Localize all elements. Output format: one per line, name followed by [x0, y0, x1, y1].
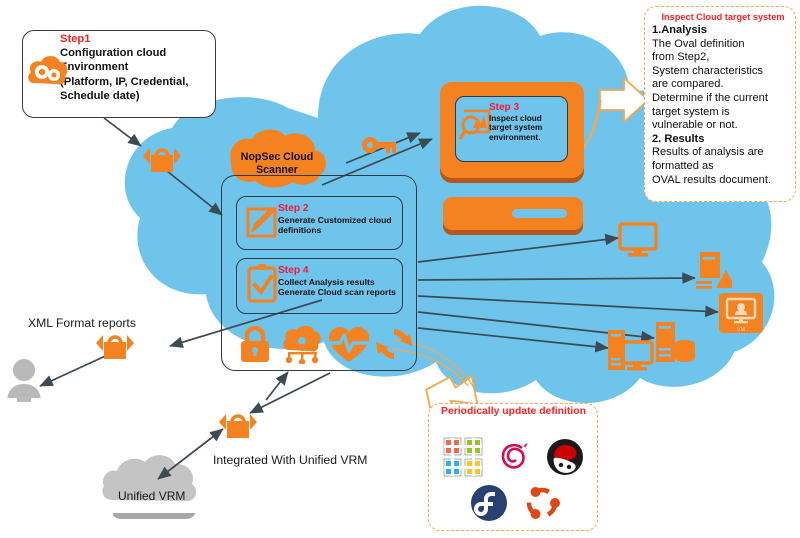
debian-logo — [501, 443, 528, 469]
analysis-line-1: The Oval definition — [652, 37, 745, 50]
redhat-logo — [546, 439, 583, 475]
step2-text: Step 2 Generate Customized cloud definit… — [278, 203, 403, 236]
step2-header: Step 2 — [278, 203, 309, 214]
cloud-gears-icon — [28, 56, 68, 85]
nopsec-label-line1: NopSec Cloud — [240, 151, 314, 163]
workstation-icon — [608, 330, 654, 371]
analysis-panel-title: Inspect Cloud target system — [661, 12, 785, 22]
gateway-transfer-icon-vrm — [219, 414, 257, 438]
step1-line2: Environment — [60, 61, 129, 74]
lock-icon — [241, 326, 269, 362]
clipboard-check-icon — [247, 264, 277, 303]
analysis-heading-2: 2. Results — [652, 132, 705, 145]
gateway-transfer-icon-reports — [96, 335, 134, 359]
step3-line3: environment. — [489, 133, 541, 143]
vm-label: VM — [737, 327, 746, 333]
analysis-block-arrow — [599, 77, 649, 123]
pencil-square-icon — [246, 207, 277, 238]
key-icon — [362, 137, 396, 153]
server-database-icon — [656, 322, 695, 362]
ubuntu-logo — [526, 487, 560, 519]
step3-line2: target system — [489, 123, 543, 133]
results-line-1: Results of analysis are — [652, 146, 764, 159]
step4-header: Step 4 — [278, 265, 309, 276]
os-logo-row-top — [438, 437, 590, 477]
analysis-panel-body: 1.Analysis The Oval definition from Step… — [652, 24, 794, 187]
step1-header: Step1 — [60, 33, 91, 45]
step2-line1: Generate Customized cloud — [278, 215, 392, 225]
vm-icon: VM — [719, 293, 763, 333]
step1-text: Step1 Configuration cloud Environment (P… — [60, 32, 220, 103]
nopsec-label-line2: Scanner — [256, 163, 298, 176]
step3-line1: Inspect cloud — [489, 113, 542, 123]
analysis-line-4: are compared. — [652, 78, 724, 91]
unified-vrm-cloud-shape — [102, 455, 197, 519]
fedora-logo — [470, 485, 507, 521]
results-line-2: formatted as — [652, 159, 714, 172]
step1-line4: Schedule date) — [60, 89, 140, 102]
monitor-icon — [618, 222, 658, 257]
chart-magnifier-icon — [459, 109, 491, 140]
step2-line2: definitions — [278, 225, 322, 236]
server-rack-slot — [512, 209, 567, 218]
analysis-heading-1: 1.Analysis — [652, 24, 707, 36]
nopsec-cloud-label: NopSec Cloud Scanner — [232, 151, 322, 176]
step3-text: Step 3 Inspect cloud target system envir… — [489, 102, 567, 143]
unified-vrm-cloud-label: Unified VRM — [118, 489, 186, 503]
analysis-line-7: vulnerable or not. — [652, 119, 738, 132]
sync-icon — [376, 329, 412, 359]
report-chart-icon — [696, 252, 732, 289]
cloud-network-icon — [283, 326, 321, 364]
xml-format-reports-label: XML Format reports — [28, 316, 136, 330]
heartbeat-icon — [329, 327, 369, 362]
user-silhouette-icon — [6, 359, 42, 403]
analysis-line-2: from Step2, — [652, 51, 710, 64]
gateway-transfer-icon — [143, 148, 181, 172]
windows-logo — [443, 437, 483, 477]
update-panel-title: Periodically update definition — [441, 406, 586, 417]
results-line-3: OVAL results document. — [652, 173, 772, 186]
analysis-line-3: System characteristics — [652, 64, 763, 77]
integrated-vrm-label: Integrated With Unified VRM — [213, 453, 368, 467]
step3-header: Step 3 — [489, 102, 520, 113]
analysis-line-5: Determine if the current — [652, 91, 768, 104]
analysis-line-6: target system is — [652, 105, 730, 118]
step4-line1: Collect Analysis results — [278, 277, 375, 287]
step4-line2: Generate Cloud scan reports — [278, 287, 396, 298]
os-logo-row-bottom — [462, 483, 568, 523]
step1-line3: (Platform, IP, Credential, — [60, 75, 189, 88]
step4-text: Step 4 Collect Analysis results Generate… — [278, 265, 406, 298]
step1-line1: Configuration cloud — [60, 47, 167, 60]
